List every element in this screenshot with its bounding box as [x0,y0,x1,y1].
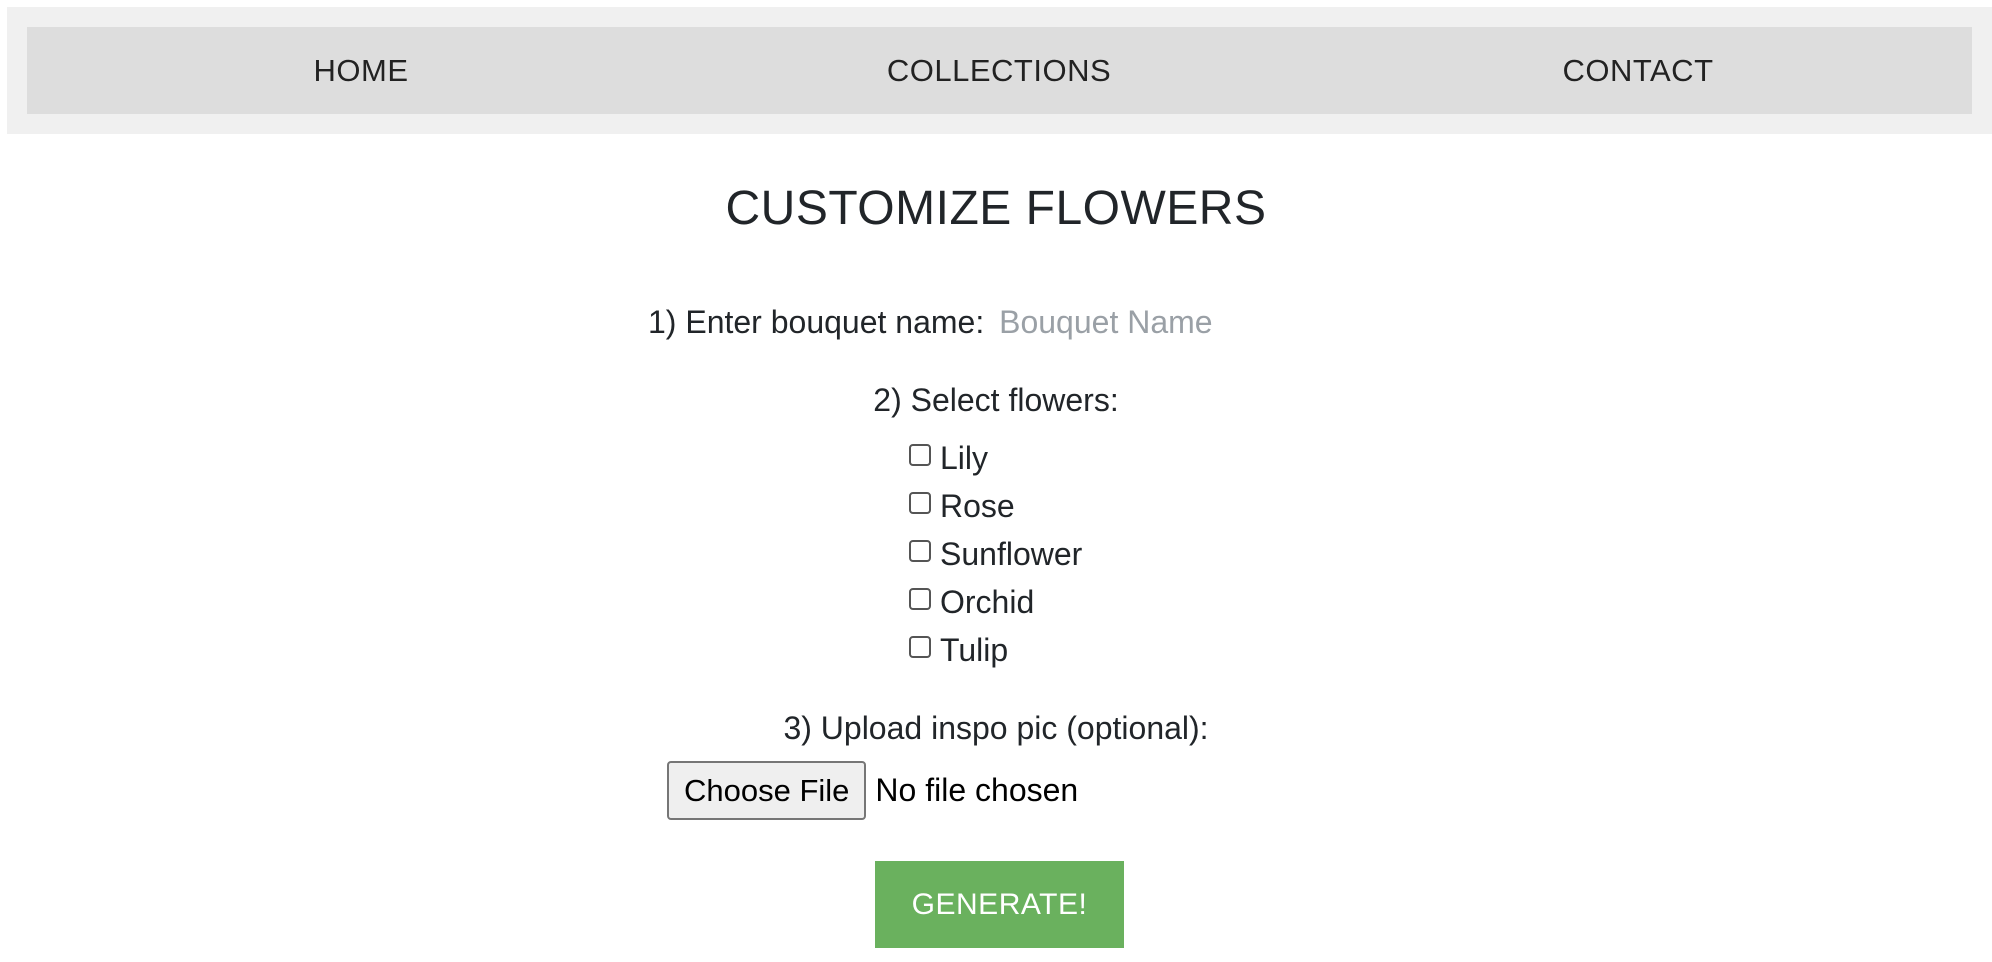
page-title: CUSTOMIZE FLOWERS [725,182,1267,235]
flower-option-orchid[interactable]: Orchid [909,578,1082,626]
generate-button[interactable]: GENERATE! [875,861,1124,948]
file-status-text: No file chosen [875,772,1079,808]
flower-option-rose[interactable]: Rose [909,482,1082,530]
flower-option-label: Tulip [940,631,1009,668]
flower-checkbox-list: Lily Rose Sunflower Orchid Tulip [909,434,1082,674]
flower-option-tulip[interactable]: Tulip [909,626,1082,674]
flower-option-label: Rose [940,487,1015,524]
flower-option-label: Lily [940,439,989,476]
navbar-inner: HOME COLLECTIONS CONTACT [27,27,1972,114]
nav-link-home[interactable]: HOME [314,27,409,114]
nav-link-collections[interactable]: COLLECTIONS [887,27,1111,114]
bouquet-name-input[interactable] [999,304,1240,341]
navbar: HOME COLLECTIONS CONTACT [7,7,1992,134]
upload-label: 3) Upload inspo pic (optional): [783,710,1209,746]
tulip-checkbox[interactable] [909,636,931,658]
lily-checkbox[interactable] [909,444,931,466]
flower-option-label: Sunflower [940,535,1083,572]
file-upload-control: Choose File No file chosen [667,761,1078,820]
rose-checkbox[interactable] [909,492,931,514]
flower-option-lily[interactable]: Lily [909,434,1082,482]
choose-file-button[interactable]: Choose File [667,761,867,820]
flower-option-label: Orchid [940,583,1035,620]
bouquet-name-label: 1) Enter bouquet name: [648,304,985,340]
bouquet-name-row: 1) Enter bouquet name: [648,300,1240,344]
orchid-checkbox[interactable] [909,588,931,610]
sunflower-checkbox[interactable] [909,540,931,562]
select-flowers-label: 2) Select flowers: [873,382,1119,418]
flower-option-sunflower[interactable]: Sunflower [909,530,1082,578]
nav-link-contact[interactable]: CONTACT [1562,27,1713,114]
